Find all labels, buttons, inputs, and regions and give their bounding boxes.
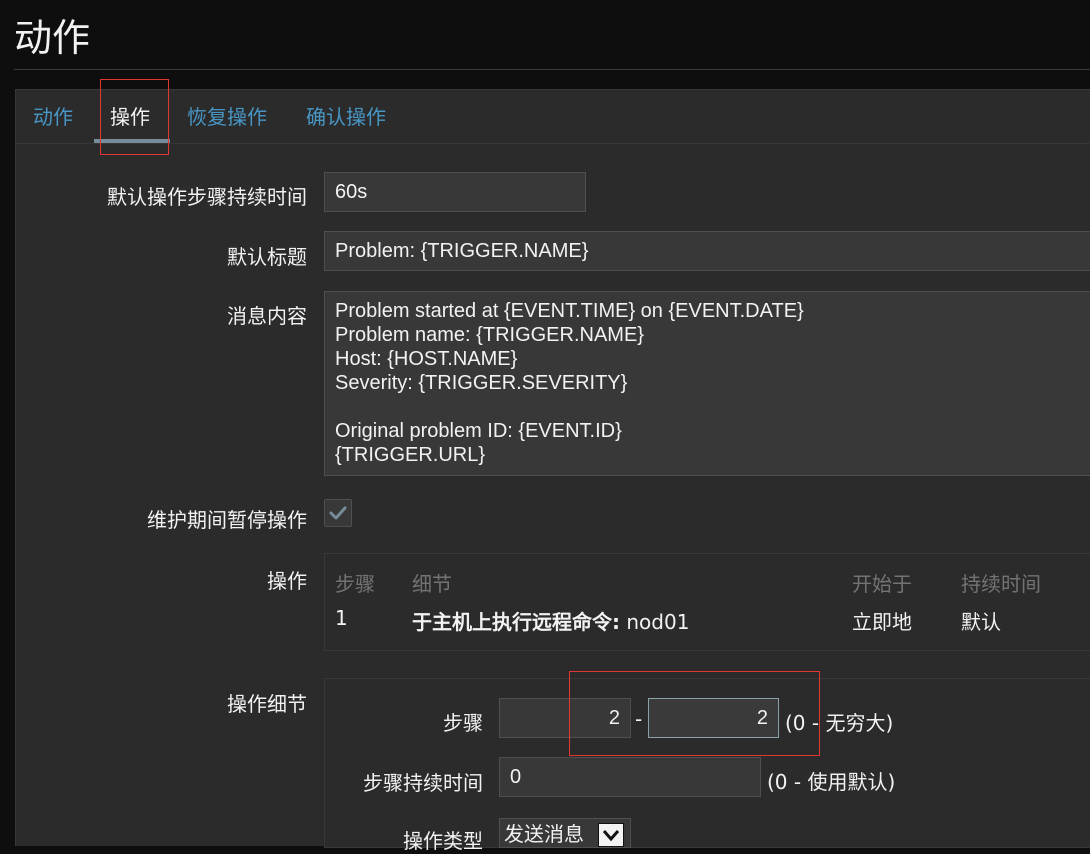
message-line: Severity: {TRIGGER.SEVERITY} bbox=[335, 372, 628, 394]
chevron-down-icon bbox=[598, 823, 624, 847]
pause-maintenance-checkbox[interactable] bbox=[324, 499, 352, 527]
message-textarea[interactable]: Problem started at {EVENT.TIME} on {EVEN… bbox=[324, 291, 1090, 476]
column-header-start-in: 开始于 bbox=[852, 572, 912, 596]
tab-action[interactable]: 动作 bbox=[33, 89, 73, 144]
check-icon bbox=[329, 506, 347, 520]
column-header-details: 细节 bbox=[412, 572, 452, 596]
step-duration-hint: (0 - 使用默认) bbox=[767, 770, 896, 794]
message-line: {TRIGGER.URL} bbox=[335, 444, 486, 466]
tab-bar: 动作 操作 恢复操作 确认操作 bbox=[15, 89, 1090, 144]
highlight-box-tab bbox=[100, 79, 169, 155]
operations-label: 操作 bbox=[267, 569, 307, 593]
default-subject-label: 默认标题 bbox=[227, 245, 307, 269]
message-line bbox=[335, 395, 1083, 419]
column-header-step: 步骤 bbox=[335, 572, 375, 596]
steps-label: 步骤 bbox=[443, 711, 483, 735]
table-cell-duration: 默认 bbox=[961, 610, 1001, 634]
tab-acknowledge-operations[interactable]: 确认操作 bbox=[306, 89, 386, 144]
message-label: 消息内容 bbox=[227, 304, 307, 328]
message-line: Problem started at {EVENT.TIME} on {EVEN… bbox=[335, 300, 804, 322]
message-line: Host: {HOST.NAME} bbox=[335, 348, 518, 370]
message-line: Original problem ID: {EVENT.ID} bbox=[335, 420, 622, 442]
table-cell-details: 于主机上执行远程命令: nod01 bbox=[412, 606, 689, 635]
details-target: nod01 bbox=[620, 610, 690, 634]
pause-maintenance-label: 维护期间暂停操作 bbox=[147, 508, 307, 532]
details-command-type: 于主机上执行远程命令: bbox=[412, 610, 620, 634]
table-cell-step: 1 bbox=[335, 606, 348, 630]
message-line: Problem name: {TRIGGER.NAME} bbox=[335, 324, 644, 346]
table-cell-start-in: 立即地 bbox=[852, 610, 912, 634]
highlight-box-steps bbox=[569, 671, 820, 756]
operations-table: 步骤 细节 开始于 持续时间 1 于主机上执行远程命令: nod01 立即地 默… bbox=[324, 553, 1090, 651]
operation-details-label: 操作细节 bbox=[227, 692, 307, 716]
default-step-duration-label: 默认操作步骤持续时间 bbox=[107, 185, 307, 209]
step-duration-label: 步骤持续时间 bbox=[363, 771, 483, 795]
tab-recovery-operations[interactable]: 恢复操作 bbox=[187, 89, 267, 144]
default-step-duration-input[interactable]: 60s bbox=[324, 172, 586, 212]
operation-type-select[interactable]: 发送消息 bbox=[499, 818, 631, 848]
operation-type-label: 操作类型 bbox=[403, 829, 483, 853]
default-subject-input[interactable]: Problem: {TRIGGER.NAME} bbox=[324, 231, 1090, 271]
page-title: 动作 bbox=[14, 16, 91, 60]
step-duration-input[interactable]: 0 bbox=[499, 757, 761, 797]
column-header-duration: 持续时间 bbox=[961, 572, 1041, 596]
operation-type-value: 发送消息 bbox=[504, 822, 584, 846]
title-divider bbox=[14, 69, 1090, 70]
